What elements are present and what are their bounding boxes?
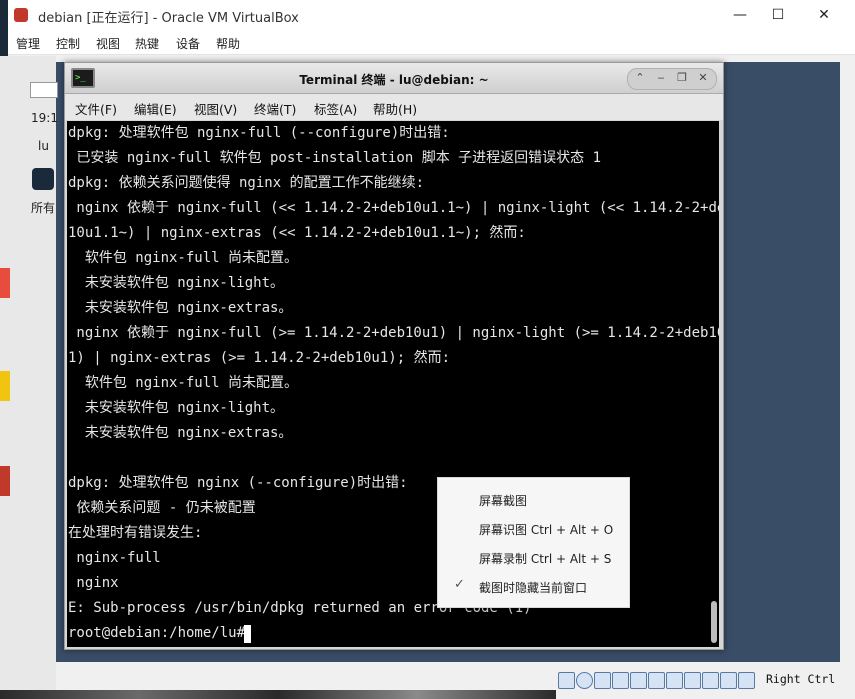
virtualbox-menu-bar: 管理 控制 视图 热键 设备 帮助 <box>8 30 855 55</box>
menu-help[interactable]: 帮助 <box>216 35 240 52</box>
terminal-cursor <box>244 625 251 643</box>
screenshot-context-menu: 屏幕截图 屏幕识图 Ctrl + Alt + O 屏幕录制 Ctrl + Alt… <box>437 477 630 608</box>
terminal-menu-bar: 文件(F) 编辑(E) 视图(V) 终端(T) 标签(A) 帮助(H) <box>65 94 723 120</box>
menu-file[interactable]: 文件(F) <box>75 99 117 118</box>
terminal-line: nginx 依赖于 nginx-full (>= 1.14.2-2+deb10u… <box>68 325 719 341</box>
virtualbox-app-icon <box>14 8 28 22</box>
minimize-button[interactable]: — <box>720 4 760 26</box>
cpu-icon[interactable] <box>702 672 719 689</box>
terminal-line: 已安装 nginx-full 软件包 post-installation 脚本 … <box>68 150 602 166</box>
virtualbox-status-bar: Right Ctrl <box>556 669 855 691</box>
panel-clock: 19:1 <box>31 111 58 125</box>
hard-disk-icon[interactable] <box>558 672 575 689</box>
terminal-line: 1) | nginx-extras (>= 1.14.2-2+deb10u1);… <box>68 350 451 366</box>
terminal-scrollbar[interactable] <box>711 601 717 643</box>
desktop-icon-fragment <box>0 466 10 496</box>
maximize-button[interactable]: ☐ <box>758 4 798 26</box>
panel-user-label: lu <box>38 139 49 153</box>
menu-view[interactable]: 视图 <box>96 35 120 52</box>
terminal-line: 软件包 nginx-full 尚未配置。 <box>68 250 299 266</box>
desktop-icon-fragment <box>0 371 10 401</box>
audio-icon[interactable] <box>594 672 611 689</box>
shared-folders-icon[interactable] <box>648 672 665 689</box>
app-launcher-icon[interactable] <box>32 168 54 190</box>
desktop-icon-fragment <box>0 268 10 298</box>
terminal-line: 软件包 nginx-full 尚未配置。 <box>68 375 299 391</box>
terminal-line: 10u1.1~) | nginx-extras (<< 1.14.2-2+deb… <box>68 225 526 241</box>
menu-terminal[interactable]: 终端(T) <box>254 99 296 118</box>
optical-drive-icon[interactable] <box>576 672 593 689</box>
window-title: debian [正在运行] - Oracle VM VirtualBox <box>38 11 299 26</box>
close-button[interactable]: ✕ <box>804 4 844 26</box>
terminal-line: 未安装软件包 nginx-light。 <box>68 275 285 291</box>
menu-devices[interactable]: 设备 <box>176 35 200 52</box>
terminal-window-controls: ⌃ ‒ ❐ ✕ <box>627 68 717 90</box>
menu-control[interactable]: 控制 <box>56 35 80 52</box>
menu-item-screenshot[interactable]: 屏幕截图 <box>479 492 527 509</box>
mouse-integration-icon[interactable] <box>720 672 737 689</box>
display-icon[interactable] <box>666 672 683 689</box>
terminal-line: 未安装软件包 nginx-extras。 <box>68 425 293 441</box>
minimize-button[interactable]: ‒ <box>651 71 671 84</box>
menu-item-hide-window[interactable]: 截图时隐藏当前窗口 <box>479 579 587 596</box>
guest-desktop-panel: 19:1 lu 所有 <box>0 56 58 699</box>
terminal-line: 未安装软件包 nginx-light。 <box>68 400 285 416</box>
menu-view[interactable]: 视图(V) <box>194 99 237 118</box>
usb-icon[interactable] <box>630 672 647 689</box>
terminal-line: dpkg: 依赖关系问题使得 nginx 的配置工作不能继续: <box>68 175 425 191</box>
terminal-line: 未安装软件包 nginx-extras。 <box>68 300 293 316</box>
network-icon[interactable] <box>612 672 629 689</box>
keyboard-icon[interactable] <box>738 672 755 689</box>
shade-button[interactable]: ⌃ <box>630 71 650 84</box>
maximize-button[interactable]: ❐ <box>672 71 692 84</box>
close-button[interactable]: ✕ <box>693 71 713 84</box>
menu-item-screen-record[interactable]: 屏幕录制 Ctrl + Alt + S <box>479 550 611 567</box>
menu-item-screen-ocr[interactable]: 屏幕识图 Ctrl + Alt + O <box>479 521 613 538</box>
menu-tabs[interactable]: 标签(A) <box>314 99 357 118</box>
terminal-line: dpkg: 处理软件包 nginx-full (--configure)时出错: <box>68 125 450 141</box>
video-capture-icon[interactable] <box>684 672 701 689</box>
panel-input-box[interactable] <box>30 82 58 98</box>
menu-hotkey[interactable]: 热键 <box>135 35 159 52</box>
host-taskbar-fragment <box>0 690 556 699</box>
check-icon: ✓ <box>454 577 465 592</box>
all-apps-label[interactable]: 所有 <box>31 199 55 216</box>
menu-manage[interactable]: 管理 <box>16 35 40 52</box>
menu-edit[interactable]: 编辑(E) <box>134 99 177 118</box>
terminal-line: nginx 依赖于 nginx-full (<< 1.14.2-2+deb10u… <box>68 200 719 216</box>
menu-help[interactable]: 帮助(H) <box>373 99 417 118</box>
virtualbox-title-bar: debian [正在运行] - Oracle VM VirtualBox — ☐… <box>8 0 855 30</box>
terminal-line: root@debian:/home/lu# <box>68 625 254 641</box>
host-key-label: Right Ctrl <box>766 672 836 686</box>
terminal-title: Terminal 终端 - lu@debian: ~ <box>299 73 489 87</box>
terminal-title-bar[interactable]: >_ Terminal 终端 - lu@debian: ~ ⌃ ‒ ❐ ✕ <box>65 63 723 94</box>
